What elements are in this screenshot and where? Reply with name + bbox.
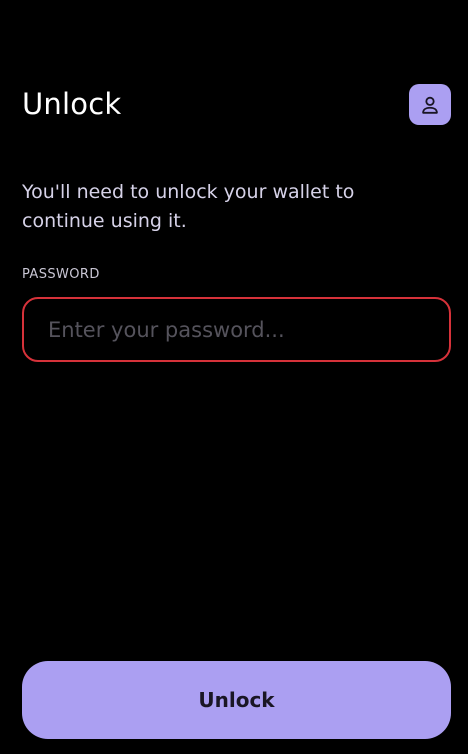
page-title: Unlock (22, 87, 122, 121)
user-icon (419, 94, 441, 116)
unlock-description: You'll need to unlock your wallet to con… (22, 181, 355, 232)
password-label: PASSWORD (22, 267, 100, 282)
password-input[interactable] (22, 297, 451, 362)
unlock-button[interactable]: Unlock (22, 661, 451, 739)
account-button[interactable] (409, 84, 451, 125)
